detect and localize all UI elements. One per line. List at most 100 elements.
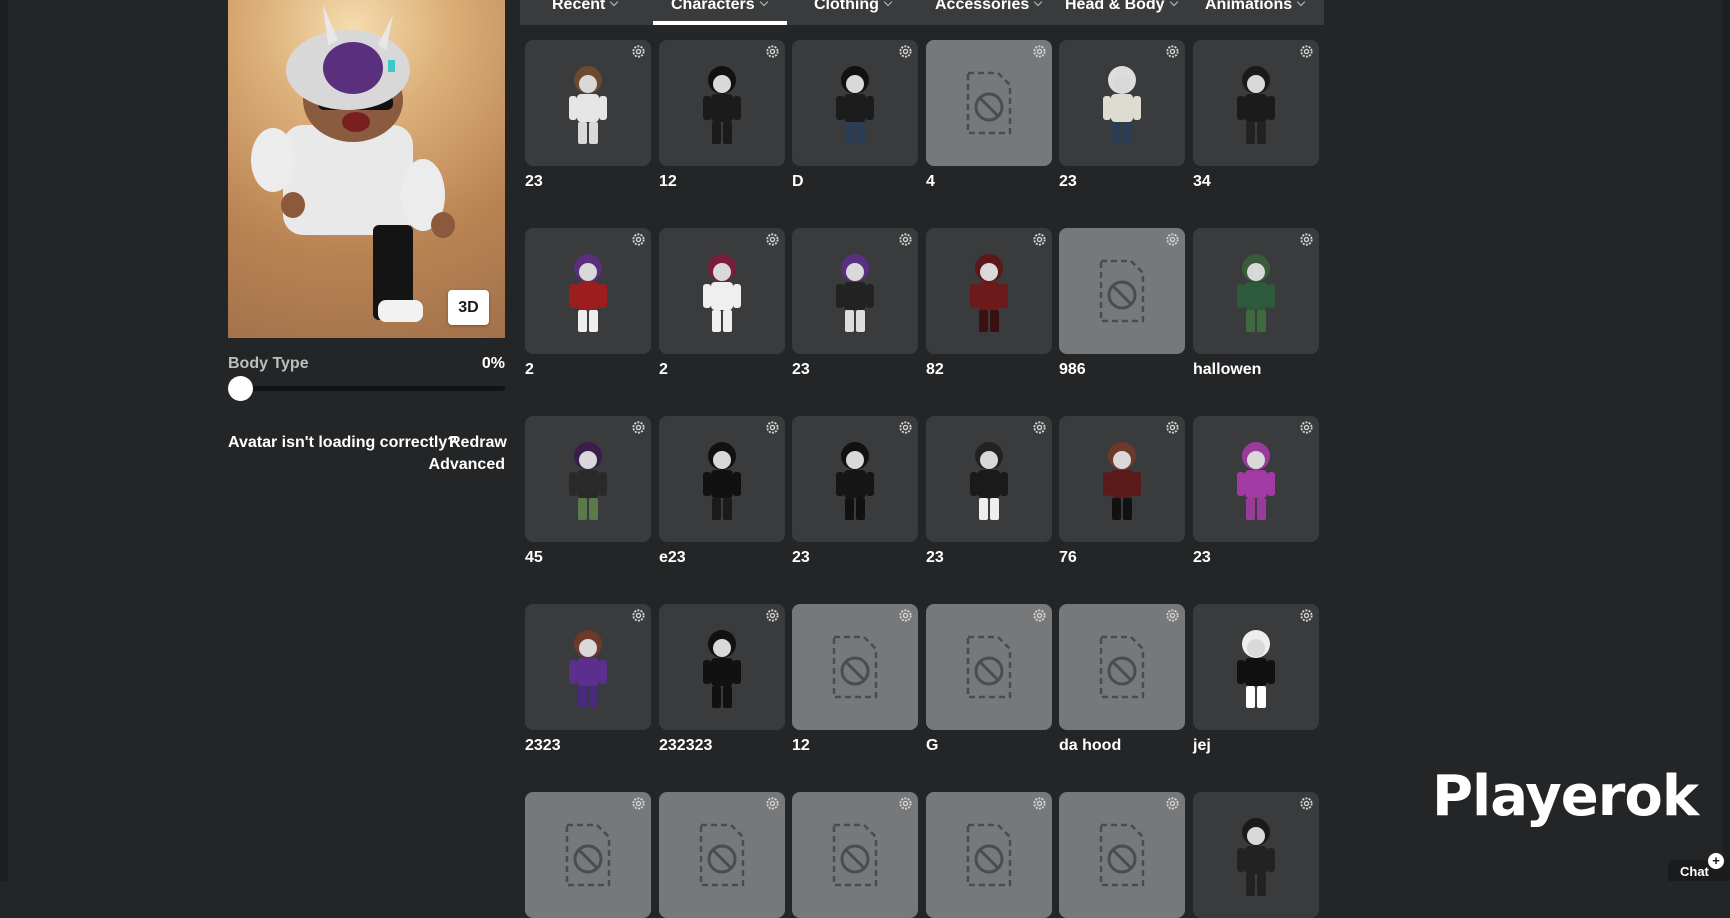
body-type-slider-thumb[interactable]	[228, 376, 253, 401]
gear-icon[interactable]	[1165, 44, 1180, 59]
character-card[interactable]	[525, 228, 651, 354]
gear-icon[interactable]	[1165, 420, 1180, 435]
character-card[interactable]	[525, 792, 651, 918]
gear-icon[interactable]	[1165, 608, 1180, 623]
avatar-figure	[251, 5, 455, 322]
character-card[interactable]	[1193, 40, 1319, 166]
character-card[interactable]	[792, 792, 918, 918]
character-card[interactable]	[659, 604, 785, 730]
chevron-down-icon	[1296, 0, 1306, 7]
gear-icon[interactable]	[765, 796, 780, 811]
body-type-label: Body Type	[228, 355, 309, 372]
character-name: 4	[926, 173, 935, 190]
gear-icon[interactable]	[765, 608, 780, 623]
character-card[interactable]	[1059, 40, 1185, 166]
character-card[interactable]	[1059, 792, 1185, 918]
gear-icon[interactable]	[1299, 44, 1314, 59]
character-name: 23	[926, 549, 944, 566]
gear-icon[interactable]	[1032, 796, 1047, 811]
character-name: jej	[1193, 737, 1211, 754]
avatar-preview[interactable]	[228, 0, 505, 338]
tab-head-body[interactable]: Head & Body	[1065, 0, 1178, 20]
tab-animations[interactable]: Animations	[1205, 0, 1306, 20]
character-name: e23	[659, 549, 686, 566]
character-card[interactable]	[926, 604, 1052, 730]
character-name: 23	[1193, 549, 1211, 566]
gear-icon[interactable]	[765, 44, 780, 59]
gear-icon[interactable]	[1032, 44, 1047, 59]
character-card[interactable]	[792, 40, 918, 166]
character-card[interactable]	[525, 40, 651, 166]
character-card[interactable]	[525, 416, 651, 542]
no-image-icon	[565, 823, 611, 887]
gear-icon[interactable]	[1299, 796, 1314, 811]
gear-icon[interactable]	[898, 44, 913, 59]
tab-clothing[interactable]: Clothing	[814, 0, 893, 20]
gear-icon[interactable]	[1032, 420, 1047, 435]
tab-accessories[interactable]: Accessories	[935, 0, 1043, 20]
gear-icon[interactable]	[631, 232, 646, 247]
gear-icon[interactable]	[631, 796, 646, 811]
chevron-down-icon	[610, 0, 619, 7]
gear-icon[interactable]	[1299, 420, 1314, 435]
character-name: 45	[525, 549, 543, 566]
gear-icon[interactable]	[1165, 796, 1180, 811]
gear-icon[interactable]	[1032, 608, 1047, 623]
avatar-loading-help-text: Avatar isn't loading correctly?	[228, 434, 458, 451]
gear-icon[interactable]	[898, 232, 913, 247]
chat-label: Chat	[1680, 864, 1709, 879]
character-name: 23	[525, 173, 543, 190]
gear-icon[interactable]	[898, 608, 913, 623]
character-card[interactable]	[659, 40, 785, 166]
character-card[interactable]	[792, 416, 918, 542]
gear-icon[interactable]	[765, 420, 780, 435]
no-image-icon	[1099, 259, 1145, 323]
gear-icon[interactable]	[898, 796, 913, 811]
gear-icon[interactable]	[898, 420, 913, 435]
no-image-icon	[832, 823, 878, 887]
character-card[interactable]	[659, 228, 785, 354]
tab-label: Clothing	[814, 0, 879, 13]
character-name: 232323	[659, 737, 713, 754]
character-card[interactable]	[525, 604, 651, 730]
gear-icon[interactable]	[765, 232, 780, 247]
gear-icon[interactable]	[631, 44, 646, 59]
character-name: 986	[1059, 361, 1086, 378]
character-card[interactable]	[1059, 416, 1185, 542]
character-name: 23	[1059, 173, 1077, 190]
tab-recent[interactable]: Recent	[552, 0, 619, 20]
gear-icon[interactable]	[1032, 232, 1047, 247]
gear-icon[interactable]	[631, 420, 646, 435]
character-card[interactable]	[926, 228, 1052, 354]
body-type-slider[interactable]	[236, 386, 505, 391]
character-card[interactable]	[1059, 604, 1185, 730]
character-card[interactable]	[659, 792, 785, 918]
advanced-link[interactable]: Advanced	[400, 456, 505, 474]
gear-icon[interactable]	[1299, 232, 1314, 247]
character-card[interactable]	[926, 792, 1052, 918]
watermark-logo: Playerok	[1432, 764, 1699, 829]
character-card[interactable]	[1193, 604, 1319, 730]
character-card[interactable]	[1059, 228, 1185, 354]
character-card[interactable]	[792, 228, 918, 354]
character-card[interactable]	[926, 416, 1052, 542]
tab-characters[interactable]: Characters	[671, 0, 768, 20]
character-card[interactable]	[659, 416, 785, 542]
gear-icon[interactable]	[1165, 232, 1180, 247]
no-image-icon	[966, 635, 1012, 699]
character-name: 34	[1193, 173, 1211, 190]
gear-icon[interactable]	[631, 608, 646, 623]
chevron-down-icon	[883, 0, 893, 7]
character-card[interactable]	[926, 40, 1052, 166]
redraw-link[interactable]: Redraw	[449, 434, 507, 452]
character-card[interactable]	[1193, 416, 1319, 542]
character-name: G	[926, 737, 939, 754]
character-name: 23	[792, 361, 810, 378]
no-image-icon	[966, 71, 1012, 135]
character-card[interactable]	[792, 604, 918, 730]
character-card[interactable]	[1193, 228, 1319, 354]
tab-label: Animations	[1205, 0, 1293, 13]
view-3d-button[interactable]: 3D	[448, 290, 489, 325]
character-card[interactable]	[1193, 792, 1319, 918]
gear-icon[interactable]	[1299, 608, 1314, 623]
